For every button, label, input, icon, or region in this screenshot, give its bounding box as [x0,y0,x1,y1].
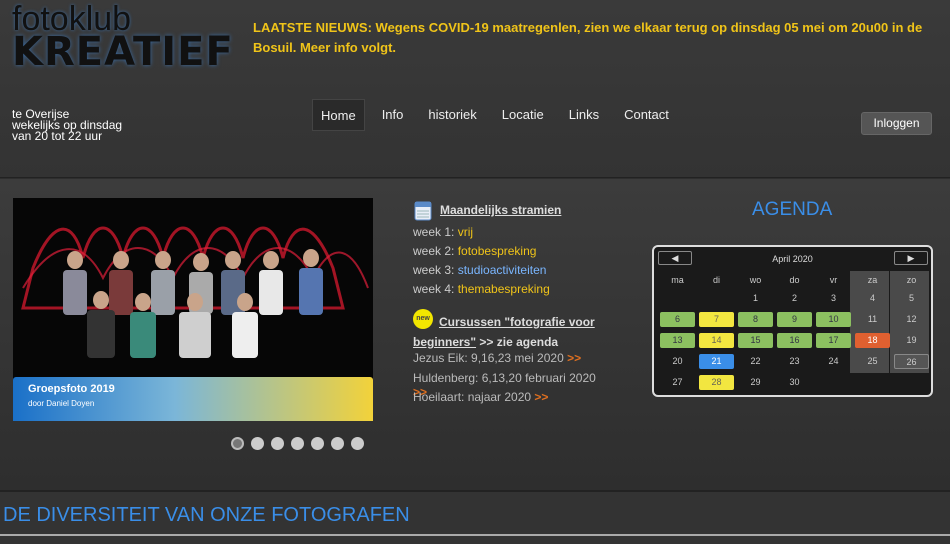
calendar-day[interactable]: 28 [699,375,734,390]
next-month-button[interactable]: ▶ [894,251,928,265]
caption-author: door Daniel Doyen [28,399,95,408]
weekday-do: do [789,275,800,285]
week-label: week 4: [413,282,455,296]
calendar-day[interactable]: 12 [894,312,929,327]
logo-kreatief[interactable]: KREATIEF [12,32,234,72]
calendar-day[interactable]: 8 [738,312,773,327]
weekday-di: di [712,275,720,285]
calendar-day[interactable]: 17 [816,333,851,348]
weekday-vr: vr [829,275,838,285]
calendar-day[interactable]: 3 [816,291,851,306]
weekday-ma: ma [671,275,684,285]
slider-dot-3[interactable] [271,437,284,450]
slider-dot-7[interactable] [351,437,364,450]
week-row: week 2: fotobespreking [413,244,536,258]
calendar-day[interactable]: 15 [738,333,773,348]
calendar-day[interactable]: 14 [699,333,734,348]
session-arrow[interactable]: >> [567,351,581,365]
nav-info[interactable]: Info [374,99,412,131]
courses-suffix: >> zie agenda [476,335,559,349]
session-text: Hoeilaart: najaar 2020 [413,390,532,404]
section-title: DE DIVERSITEIT VAN ONZE FOTOGRAFEN [3,504,410,526]
calendar-icon [414,201,432,221]
latest-news: LAATSTE NIEUWS: Wegens COVID-19 maatrege… [253,20,923,55]
calendar-day[interactable]: 27 [660,375,695,390]
weekday-za: za [867,275,878,285]
week-row: week 1: vrij [413,225,473,239]
calendar-day[interactable]: 22 [738,354,773,369]
calendar-day[interactable]: 5 [894,291,929,306]
calendar-day[interactable]: 4 [855,291,890,306]
nav-historiek[interactable]: historiek [420,99,484,131]
week-value: themabespreking [457,282,550,296]
week-value: fotobespreking [457,244,537,258]
week-value: studioactiviteiten [457,263,547,277]
slider-dot-2[interactable] [251,437,264,450]
calendar-day[interactable]: 29 [738,375,773,390]
calendar-day[interactable]: 24 [816,354,851,369]
login-button[interactable]: Inloggen [861,112,932,135]
week-value: vrij [457,225,474,239]
week-row: week 3: studioactiviteiten [413,263,546,277]
caption-title: Groepsfoto 2019 [28,383,115,395]
agenda-calendar: ◀ April 2020 ▶ ma di wo do vr za zo 1 2 3 4 5 6 7 8 9 10… [652,245,933,397]
calendar-day[interactable]: 21 [699,354,734,369]
new-badge-icon: new [413,309,433,329]
group-photo-slide[interactable]: Groepsfoto 2019 door Daniel Doyen [13,198,373,421]
calendar-day[interactable]: 10 [816,312,851,327]
slider-dot-4[interactable] [291,437,304,450]
weekday-zo: zo [906,275,917,285]
agenda-title: AGENDA [752,199,833,220]
monthly-schedule-title[interactable]: Maandelijks stramien [440,203,561,217]
calendar-day[interactable]: 20 [660,354,695,369]
calendar-day[interactable]: 1 [738,291,773,306]
nav-contact[interactable]: Contact [616,99,677,131]
slider-dots [231,437,371,450]
slider-dot-5[interactable] [311,437,324,450]
weekday-wo: wo [749,275,762,285]
nav-locatie[interactable]: Locatie [494,99,552,131]
session-arrow[interactable]: >> [534,390,548,404]
calendar-day[interactable]: 30 [777,375,812,390]
calendar-header: ◀ April 2020 ▶ [654,247,931,271]
week-label: week 2: [413,244,455,258]
calendar-day[interactable]: 11 [855,312,890,327]
session-text: Huldenberg: 6,13,20 februari 2020 [413,371,596,385]
calendar-day[interactable]: 26 [894,354,929,369]
calendar-day[interactable]: 19 [894,333,929,348]
section-divider [0,534,950,536]
main-nav: Home Info historiek Locatie Links Contac… [312,99,686,131]
nav-links[interactable]: Links [561,99,607,131]
course-session: Jezus Eik: 9,16,23 mei 2020 >> [413,351,581,365]
course-session: Hoeilaart: najaar 2020 >> [413,390,548,404]
nav-home[interactable]: Home [312,99,365,131]
week-label: week 3: [413,263,455,277]
week-row: week 4: themabespreking [413,282,550,296]
calendar-day[interactable]: 23 [777,354,812,369]
calendar-day[interactable]: 16 [777,333,812,348]
slide-caption: Groepsfoto 2019 door Daniel Doyen [13,377,373,421]
courses-heading: Cursussen "fotografie voor beginners" >>… [413,312,613,352]
session-text: Jezus Eik: 9,16,23 mei 2020 [413,351,564,365]
calendar-day[interactable]: 13 [660,333,695,348]
tagline-line: van 20 tot 22 uur [12,129,103,143]
slider-dot-1[interactable] [231,437,244,450]
calendar-day[interactable]: 18 [855,333,890,348]
week-label: week 1: [413,225,455,239]
slider-dot-6[interactable] [331,437,344,450]
calendar-day[interactable]: 25 [855,354,890,369]
calendar-day[interactable]: 9 [777,312,812,327]
calendar-day[interactable]: 7 [699,312,734,327]
club-tagline: te Overijse wekelijks op dinsdag van 20 … [12,108,122,143]
calendar-day[interactable]: 2 [777,291,812,306]
calendar-day[interactable]: 6 [660,312,695,327]
site-header: fotoklub KREATIEF LAATSTE NIEUWS: Wegens… [0,0,950,178]
calendar-month: April 2020 [772,254,813,264]
